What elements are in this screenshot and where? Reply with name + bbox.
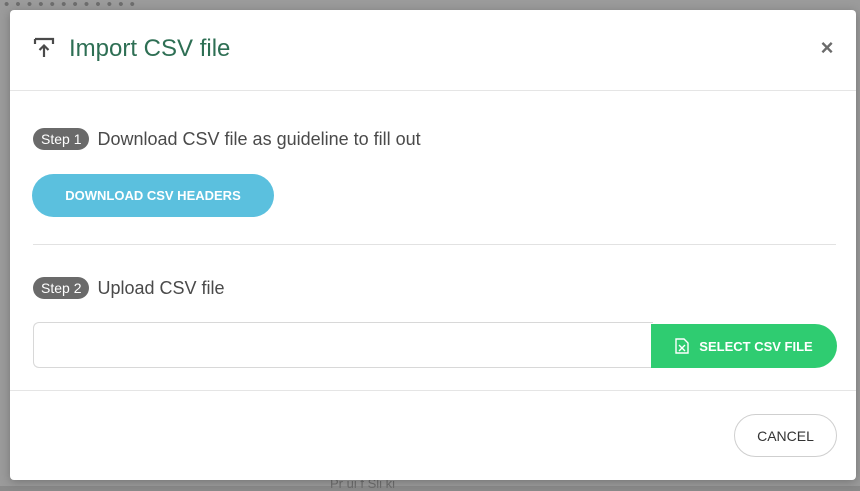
- csv-file-path-input[interactable]: [33, 322, 653, 368]
- import-csv-dialog: Import CSV file × Step 1 Download CSV fi…: [10, 10, 856, 480]
- step2-badge: Step 2: [33, 277, 90, 299]
- dialog-header: Import CSV file ×: [10, 10, 856, 91]
- upload-icon: [33, 37, 55, 57]
- step1-text: Download CSV file as guideline to fill o…: [97, 128, 421, 149]
- download-csv-headers-button[interactable]: DOWNLOAD CSV HEADERS: [32, 174, 274, 217]
- cancel-button[interactable]: CANCEL: [734, 414, 837, 457]
- step2-row: Step 2 Upload CSV file: [33, 275, 225, 301]
- select-csv-file-button[interactable]: SELECT CSV FILE: [651, 324, 837, 368]
- footer-divider: [10, 390, 856, 391]
- csv-file-icon: [675, 338, 689, 354]
- dialog-title: Import CSV file: [69, 35, 231, 62]
- close-button[interactable]: ×: [816, 37, 838, 59]
- select-csv-file-label: SELECT CSV FILE: [699, 338, 813, 354]
- step-divider: [33, 244, 836, 245]
- step1-badge: Step 1: [33, 128, 90, 150]
- step2-text: Upload CSV file: [97, 277, 225, 298]
- step1-row: Step 1 Download CSV file as guideline to…: [33, 126, 421, 152]
